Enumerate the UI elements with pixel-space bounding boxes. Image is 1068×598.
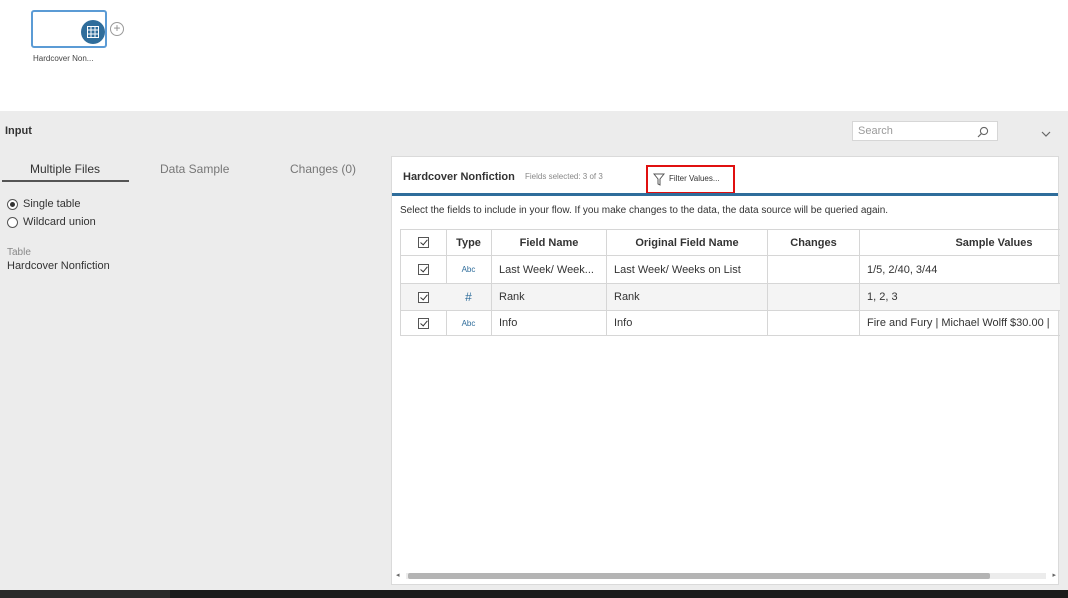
fields-selected-count: Fields selected: 3 of 3 [525,172,603,181]
wildcard-union-option[interactable]: Wildcard union [7,216,96,228]
sample-values-cell: Fire and Fury | Michael Wolff $30.00 | [860,311,1060,336]
single-table-option[interactable]: Single table [7,198,81,210]
table-row [401,256,447,284]
field-name-cell[interactable]: Rank [492,284,607,311]
header-divider [392,193,1058,196]
field-name-cell[interactable]: Info [492,311,607,336]
original-field-name-cell: Info [607,311,768,336]
original-field-name-cell: Rank [607,284,768,311]
select-all-checkbox[interactable] [418,237,429,248]
scroll-right-arrow-icon[interactable]: ▸ [1052,571,1056,579]
select-all-cell [401,229,447,256]
sample-values-cell: 1/5, 2/40, 3/44 [860,256,1060,284]
fields-grid: Type Abc # Abc Field Name Last Week/ Wee… [400,229,1060,337]
filter-icon [652,173,666,191]
taskbar-start-area [0,590,170,598]
search-placeholder: Search [858,125,893,137]
table-row [401,284,447,311]
table-row [401,311,447,336]
pane-title: Hardcover Nonfiction [403,171,515,183]
changes-header: Changes [768,229,860,256]
number-type-icon[interactable]: # [465,290,472,304]
wildcard-union-label: Wildcard union [23,216,96,228]
original-field-name-cell: Last Week/ Weeks on List [607,256,768,284]
type-header[interactable]: Type [446,229,492,256]
table-value: Hardcover Nonfiction [7,260,110,272]
select-column [400,229,447,336]
scroll-thumb[interactable] [408,573,990,579]
original-field-name-column: Original Field Name Last Week/ Weeks on … [607,229,768,336]
changes-cell [768,284,860,311]
row-checkbox[interactable] [418,317,429,329]
row-checkbox[interactable] [418,264,429,275]
changes-column: Changes [768,229,860,336]
wildcard-union-radio[interactable] [7,216,18,228]
original-field-name-header: Original Field Name [607,229,768,256]
sample-values-cell: 1, 2, 3 [860,284,1060,311]
horizontal-scrollbar[interactable]: ◂ ▸ [396,571,1056,579]
changes-cell [768,256,860,284]
filter-values-label: Filter Values... [669,174,720,183]
field-name-cell[interactable]: Last Week/ Week... [492,256,607,284]
sample-values-header: Sample Values [860,229,1060,256]
filter-values-button[interactable]: Filter Values... [646,165,735,194]
instructions-text: Select the fields to include in your flo… [400,205,889,216]
search-input[interactable]: Search [852,121,998,141]
single-table-radio[interactable] [7,198,18,210]
chevron-down-icon[interactable] [1040,125,1052,143]
active-tab-indicator [2,180,129,182]
search-icon [977,125,989,143]
sample-values-column: Sample Values 1/5, 2/40, 3/44 1, 2, 3 Fi… [860,229,1060,336]
tab-multiple-files[interactable]: Multiple Files [30,162,100,176]
tab-data-sample[interactable]: Data Sample [160,162,229,176]
table-icon[interactable] [81,20,105,44]
fields-pane: Hardcover Nonfiction Fields selected: 3 … [391,156,1060,585]
string-type-icon[interactable]: Abc [462,265,476,274]
input-panel: Input Search Multiple Files Data Sample … [0,111,1068,590]
row-checkbox[interactable] [418,291,429,303]
field-name-header[interactable]: Field Name [492,229,607,256]
single-table-label: Single table [23,198,81,210]
flow-canvas: + Hardcover Non... [0,0,1068,111]
node-label: Hardcover Non... [33,54,94,63]
taskbar [0,590,1068,598]
panel-title: Input [5,125,32,137]
scroll-left-arrow-icon[interactable]: ◂ [396,571,400,579]
type-column: Type Abc # Abc [446,229,492,336]
tab-changes[interactable]: Changes (0) [290,162,356,176]
field-name-column: Field Name Last Week/ Week... Rank Info [492,229,607,336]
string-type-icon[interactable]: Abc [462,319,476,328]
add-step-icon[interactable]: + [110,22,124,36]
changes-cell [768,311,860,336]
table-caption: Table [7,247,31,258]
